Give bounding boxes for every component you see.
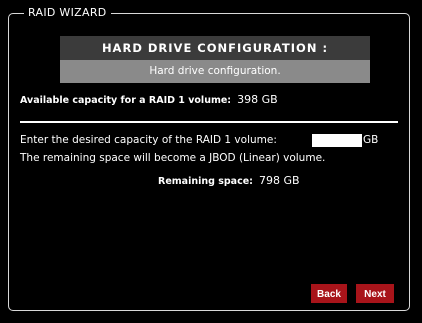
available-capacity-label: Available capacity for a RAID 1 volume: <box>20 95 232 106</box>
available-capacity-value: 398 GB <box>237 93 278 106</box>
next-button[interactable]: Next <box>356 284 394 303</box>
available-capacity-row: Available capacity for a RAID 1 volume: 3… <box>20 92 278 109</box>
raid-wizard-legend: RAID WIZARD <box>24 5 111 21</box>
page-subtitle: Hard drive configuration. <box>60 60 370 83</box>
remaining-space-label: Remaining space: <box>158 176 253 187</box>
back-button[interactable]: Back <box>311 284 347 303</box>
remaining-space-row: Remaining space: 798 GB <box>158 173 300 190</box>
raid-capacity-input[interactable] <box>312 134 362 147</box>
remaining-space-value: 798 GB <box>258 174 300 187</box>
capacity-unit: GB <box>363 134 379 146</box>
section-divider <box>20 121 398 123</box>
raid-wizard-panel: RAID WIZARD HARD DRIVE CONFIGURATION : H… <box>0 0 422 323</box>
page-title: HARD DRIVE CONFIGURATION : <box>60 36 370 60</box>
capacity-prompt: Enter the desired capacity of the RAID 1… <box>20 134 277 146</box>
jbod-note: The remaining space will become a JBOD (… <box>20 152 326 164</box>
